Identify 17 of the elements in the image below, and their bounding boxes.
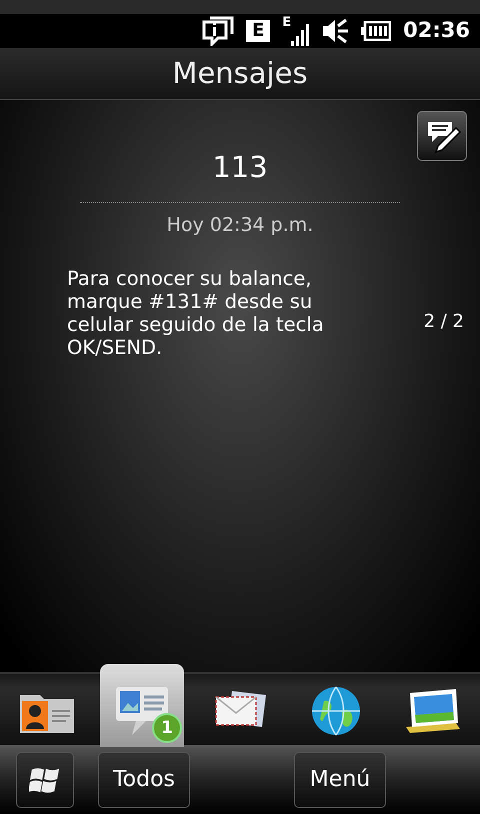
message-counter: 2 / 2: [424, 310, 464, 334]
network-type-label: E: [282, 16, 292, 29]
start-button[interactable]: [16, 752, 74, 808]
speaker-icon: [321, 17, 350, 45]
message-timestamp: Hoy 02:34 p.m.: [166, 214, 314, 236]
data-mode-indicator: E: [246, 20, 270, 42]
screen-title: Mensajes: [172, 54, 308, 92]
unread-count-badge: 1: [152, 713, 182, 743]
clock-time: 02:36: [403, 17, 470, 44]
message-body: Para conocer su balance, marque #131# desde su celular seguido de la tecla OK/SEND.: [67, 267, 325, 359]
message-notification-icon: [202, 16, 234, 46]
battery-icon: [361, 21, 392, 41]
signal-icon: [291, 22, 310, 46]
sender-name: 113: [212, 150, 268, 184]
compose-button[interactable]: [417, 111, 467, 161]
left-softkey[interactable]: Todos: [98, 752, 190, 808]
right-softkey[interactable]: Menú: [294, 752, 386, 808]
